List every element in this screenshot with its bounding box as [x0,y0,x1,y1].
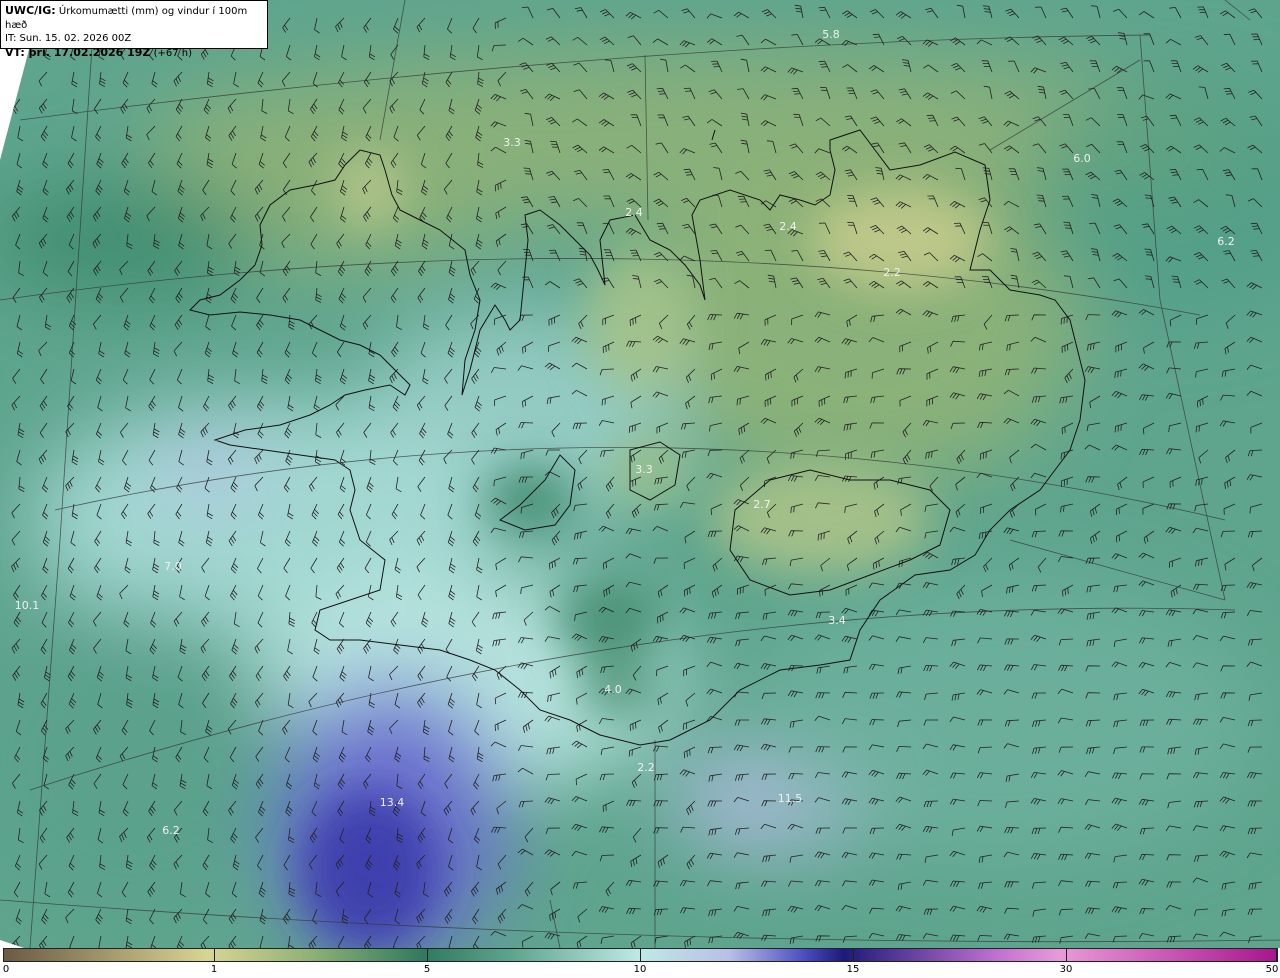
precip-value-label: 6.2 [162,824,180,837]
precip-value-label: 2.7 [753,498,771,511]
scale-tick-label: 10 [633,964,647,975]
precip-value-label: 2.4 [779,220,797,233]
precip-value-label: 2.2 [637,761,655,774]
issue-time: IT: Sun. 15. 02. 2026 00Z [5,33,132,44]
precip-value-label: 13.4 [380,796,405,809]
scale-tick-mark [1277,948,1278,962]
precip-value-label: 3.3 [635,463,653,476]
scale-tick-label: 0 [2,964,10,975]
scale-tick-label: 15 [846,964,860,975]
precip-value-label: 3.4 [828,614,846,627]
precip-value-label: 3.3 [503,136,521,149]
scale-tick-mark [853,948,854,962]
scale-tick-mark [427,948,428,962]
precip-value-label: 2.4 [625,206,643,219]
scale-tick-mark [3,948,4,962]
scale-tick-label: 1 [210,964,218,975]
precip-value-label: 7.0 [164,560,182,573]
map-canvas: 5.8 3.3 6.0 2.4 2.4 6.2 2.2 3.3 2.7 7.0 10.1 3.4 4.0… [0,0,1280,948]
precip-value-label: 6.0 [1073,152,1091,165]
precip-value-label: 6.2 [1217,235,1235,248]
precipitation-wind-map[interactable]: 5.8 3.3 6.0 2.4 2.4 6.2 2.2 3.3 2.7 7.0 10.1 3.4 4.0… [0,0,1280,948]
scale-tick-mark [214,948,215,962]
valid-offset: (+67 h) [153,47,193,59]
precip-value-label: 2.2 [883,266,901,279]
precip-value-label: 11.5 [778,792,803,805]
info-box: UWC/IG: Úrkomumætti (mm) og vindur í 100… [0,0,268,59]
valid-time: VT: þri. 17.02.2026 19Z [5,45,151,59]
scale-tick-mark [640,948,641,962]
precip-value-label: 10.1 [15,599,40,612]
scale-tick-mark [1066,948,1067,962]
scale-tick-label: 30 [1059,964,1073,975]
color-scale: 0 1 5 10 15 30 50 [0,948,1280,978]
scale-tick-label: 5 [423,964,431,975]
scale-tick-label: 50 [1265,964,1279,975]
model-label: UWC/IG: [5,4,56,17]
precip-value-label: 5.8 [822,28,840,41]
precip-value-label: 4.0 [604,683,622,696]
